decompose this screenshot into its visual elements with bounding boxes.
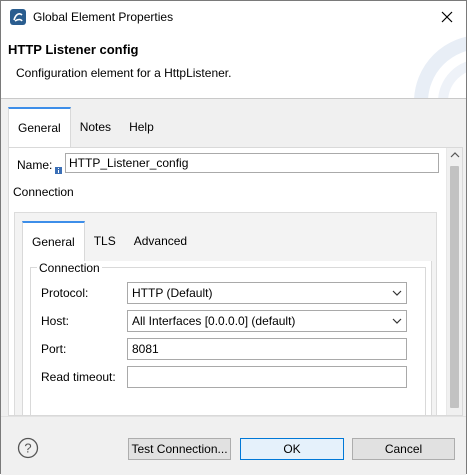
main-tab-bar: General Notes Help — [8, 107, 163, 147]
tab-help[interactable]: Help — [120, 107, 163, 147]
port-input[interactable] — [127, 338, 407, 360]
tab-notes[interactable]: Notes — [71, 107, 120, 147]
svg-text:?: ? — [24, 441, 31, 456]
info-icon — [55, 167, 62, 174]
help-icon[interactable]: ? — [17, 437, 39, 459]
header-decoration — [414, 36, 466, 98]
app-icon — [10, 8, 26, 25]
title-bar: Global Element Properties — [1, 1, 466, 32]
connection-tab-bar: General TLS Advanced — [22, 221, 196, 261]
name-input[interactable] — [65, 153, 439, 173]
ok-button[interactable]: OK — [240, 438, 344, 460]
protocol-label: Protocol: — [41, 286, 89, 300]
header-title: HTTP Listener config — [8, 42, 139, 57]
read-timeout-label: Read timeout: — [41, 370, 116, 384]
header-description: Configuration element for a HttpListener… — [16, 66, 232, 80]
protocol-select[interactable]: HTTP (Default) — [127, 282, 407, 304]
dialog-header: HTTP Listener config Configuration eleme… — [1, 32, 466, 99]
host-label: Host: — [41, 314, 70, 328]
connection-tab-tls[interactable]: TLS — [85, 221, 125, 261]
close-icon[interactable] — [436, 6, 458, 28]
host-value: All Interfaces [0.0.0.0] (default) — [132, 314, 296, 328]
dialog-footer: ? Test Connection... OK Cancel — [1, 416, 466, 475]
cancel-button[interactable]: Cancel — [352, 438, 455, 460]
tab-general[interactable]: General — [8, 107, 71, 147]
connection-tab-advanced[interactable]: Advanced — [125, 221, 196, 261]
vertical-scrollbar[interactable] — [446, 148, 462, 415]
name-label: Name: — [17, 158, 53, 172]
protocol-value: HTTP (Default) — [132, 286, 213, 300]
connection-group: Connection Protocol: HTTP (Default) Host… — [30, 261, 426, 415]
chevron-down-icon — [392, 318, 402, 324]
connection-section-label: Connection — [13, 185, 74, 199]
chevron-up-icon[interactable] — [450, 150, 460, 160]
host-select[interactable]: All Interfaces [0.0.0.0] (default) — [127, 310, 407, 332]
global-element-properties-dialog: Global Element Properties HTTP Listener … — [0, 0, 467, 475]
connection-general-panel: Connection Protocol: HTTP (Default) Host… — [22, 261, 432, 415]
read-timeout-input[interactable] — [127, 366, 407, 388]
connection-tab-general[interactable]: General — [22, 221, 85, 261]
connection-group-legend: Connection — [37, 261, 102, 275]
test-connection-button[interactable]: Test Connection... — [128, 438, 231, 460]
connection-frame: General TLS Advanced Connection Protocol… — [14, 212, 437, 415]
general-tab-panel: Name: Connection General TLS Advanced Co… — [8, 147, 463, 416]
port-label: Port: — [41, 342, 67, 356]
window-title: Global Element Properties — [33, 9, 174, 24]
chevron-down-icon — [392, 290, 402, 296]
dialog-body: General Notes Help Name: Connection Gene… — [1, 99, 466, 416]
scrollbar-thumb[interactable] — [450, 166, 459, 408]
